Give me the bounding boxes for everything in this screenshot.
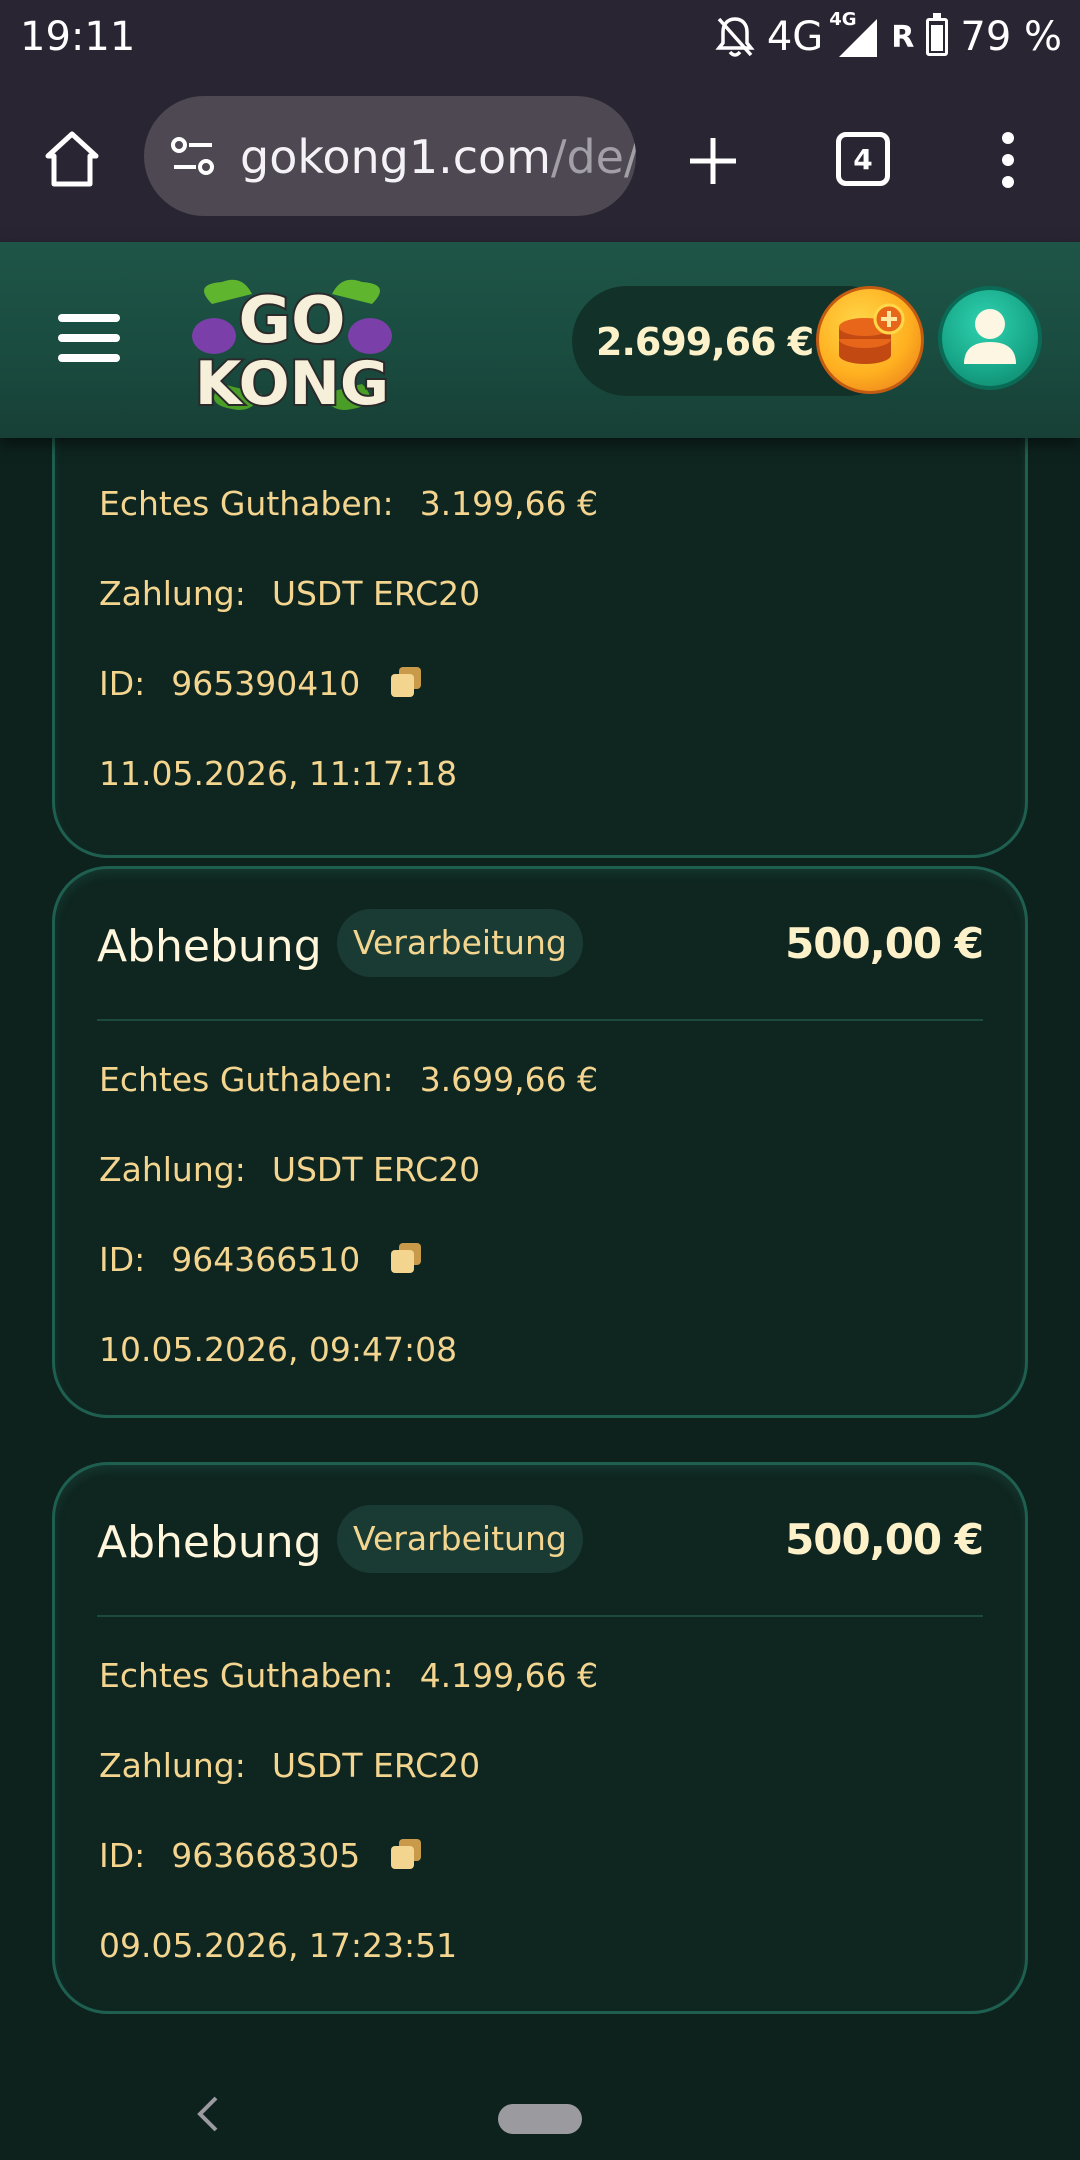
real-balance-value: 3.199,66 € bbox=[419, 484, 599, 523]
status-badge: Verarbeitung bbox=[337, 909, 583, 977]
status-bar: 19:11 4G 4G R 79 % bbox=[0, 0, 1080, 76]
divider bbox=[97, 1019, 983, 1021]
payment-value: USDT ERC20 bbox=[271, 1746, 481, 1785]
divider bbox=[97, 1615, 983, 1617]
transaction-amount: 500,00 € bbox=[785, 919, 984, 968]
deposit-button[interactable] bbox=[816, 286, 924, 394]
battery-icon bbox=[926, 13, 949, 56]
copy-icon[interactable] bbox=[389, 1241, 423, 1275]
transaction-type: Abhebung bbox=[97, 921, 322, 972]
transaction-id: 964366510 bbox=[171, 1240, 361, 1279]
copy-icon[interactable] bbox=[389, 1837, 423, 1871]
payment-value: USDT ERC20 bbox=[271, 1150, 481, 1189]
id-row: ID: 965390410 bbox=[99, 664, 423, 703]
transaction-type: Abhebung bbox=[97, 1517, 322, 1568]
tab-switcher-button[interactable]: 4 bbox=[836, 132, 890, 186]
back-icon[interactable] bbox=[196, 2094, 220, 2134]
logo-text-top: GO bbox=[239, 284, 346, 358]
transaction-id: 965390410 bbox=[171, 664, 361, 703]
url-bar[interactable]: gokong1.com/de/ bbox=[144, 96, 636, 216]
transaction-card: Abhebung Verarbeitung 500,00 € Echtes Gu… bbox=[52, 1462, 1028, 2014]
logo-text-bottom: KONG bbox=[195, 349, 389, 419]
real-balance-value: 3.699,66 € bbox=[419, 1060, 599, 1099]
site-header: GO KONG 2.699,66 € bbox=[0, 242, 1080, 438]
id-row: ID: 964366510 bbox=[99, 1240, 423, 1279]
datetime-row: 09.05.2026, 17:23:51 bbox=[99, 1926, 458, 1965]
home-gesture-pill[interactable] bbox=[498, 2104, 582, 2134]
real-balance-row: Echtes Guthaben: 3.199,66 € bbox=[99, 484, 599, 523]
signal-icon: 4G bbox=[829, 9, 879, 59]
real-balance-row: Echtes Guthaben: 4.199,66 € bbox=[99, 1656, 599, 1695]
battery-percent: 79 % bbox=[960, 14, 1062, 60]
gokong-logo[interactable]: GO KONG bbox=[182, 264, 402, 424]
browser-toolbar: gokong1.com/de/ 4 bbox=[0, 76, 1080, 242]
transaction-id: 963668305 bbox=[171, 1836, 361, 1875]
navigation-bar bbox=[0, 2070, 1080, 2160]
new-tab-icon[interactable] bbox=[688, 136, 738, 186]
copy-icon[interactable] bbox=[389, 665, 423, 699]
transaction-card: Abhebung Verarbeitung 500,00 € Echtes Gu… bbox=[52, 866, 1028, 1418]
status-badge: Verarbeitung bbox=[337, 1505, 583, 1573]
transaction-list: Echtes Guthaben: 3.199,66 € Zahlung: USDT … bbox=[0, 438, 1080, 2070]
status-icons: 4G 4G R 79 % bbox=[715, 9, 1062, 62]
more-menu-icon[interactable] bbox=[998, 130, 1018, 190]
payment-row: Zahlung: USDT ERC20 bbox=[99, 1150, 481, 1189]
real-balance-value: 4.199,66 € bbox=[419, 1656, 599, 1695]
transaction-card: Echtes Guthaben: 3.199,66 € Zahlung: USDT … bbox=[52, 438, 1028, 858]
bell-off-icon bbox=[715, 17, 755, 57]
site-settings-icon[interactable] bbox=[170, 136, 216, 176]
real-balance-row: Echtes Guthaben: 3.699,66 € bbox=[99, 1060, 599, 1099]
id-row: ID: 963668305 bbox=[99, 1836, 423, 1875]
user-icon bbox=[964, 309, 1016, 364]
balance-amount: 2.699,66 € bbox=[596, 320, 814, 364]
profile-button[interactable] bbox=[938, 286, 1042, 390]
roaming-indicator: R bbox=[891, 19, 915, 55]
status-time: 19:11 bbox=[20, 14, 136, 60]
payment-row: Zahlung: USDT ERC20 bbox=[99, 574, 481, 613]
url-text: gokong1.com/de/ bbox=[240, 130, 636, 184]
card-header: Abhebung Verarbeitung 500,00 € bbox=[97, 1505, 984, 1581]
home-icon[interactable] bbox=[44, 130, 100, 188]
datetime-row: 11.05.2026, 11:17:18 bbox=[99, 754, 458, 793]
datetime-row: 10.05.2026, 09:47:08 bbox=[99, 1330, 458, 1369]
network-type: 4G bbox=[766, 14, 824, 60]
card-header: Abhebung Verarbeitung 500,00 € bbox=[97, 909, 984, 985]
coins-plus-icon bbox=[839, 303, 905, 364]
payment-value: USDT ERC20 bbox=[271, 574, 481, 613]
menu-icon[interactable] bbox=[58, 314, 120, 362]
payment-row: Zahlung: USDT ERC20 bbox=[99, 1746, 481, 1785]
transaction-amount: 500,00 € bbox=[785, 1515, 984, 1564]
